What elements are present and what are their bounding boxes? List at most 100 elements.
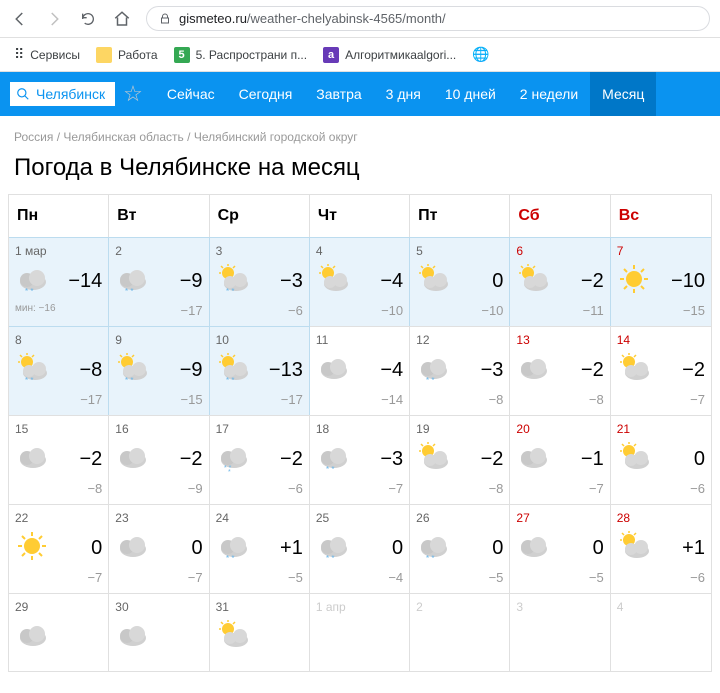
tab-Сегодня[interactable]: Сегодня (227, 72, 305, 116)
apps-button[interactable]: ⠿Сервисы (14, 46, 80, 63)
day-number: 4 (316, 244, 403, 258)
back-button[interactable] (10, 9, 30, 29)
day-cell[interactable]: 30 (109, 593, 209, 671)
weekday-label: Ср (210, 195, 310, 237)
day-number: 16 (115, 422, 202, 436)
day-cell[interactable]: 31 (210, 593, 310, 671)
low-temp: −8 (516, 392, 603, 407)
low-temp: −8 (15, 481, 102, 496)
low-temp: −6 (617, 481, 705, 496)
day-number: 19 (416, 422, 503, 436)
day-cell[interactable]: 24+1−5 (210, 504, 310, 593)
weekday-label: Вт (109, 195, 209, 237)
day-cell[interactable]: 12−3−8 (410, 326, 510, 415)
tab-10 дней[interactable]: 10 дней (433, 72, 508, 116)
day-cell[interactable]: 230−7 (109, 504, 209, 593)
day-cell[interactable]: 17−2−6 (210, 415, 310, 504)
day-cell[interactable]: 3−3−6 (210, 237, 310, 326)
bookmarks-bar: ⠿Сервисы Работа 55. Распространи п... aА… (0, 38, 720, 72)
low-temp: −17 (15, 392, 102, 407)
day-cell[interactable]: 10−13−17 (210, 326, 310, 415)
high-temp: 0 (593, 537, 604, 560)
weather-icon (416, 440, 450, 479)
day-cell[interactable]: 8−8−17 (9, 326, 109, 415)
address-bar[interactable]: gismeteo.ru/weather-chelyabinsk-4565/mon… (146, 6, 710, 31)
day-cell[interactable]: 11−4−14 (310, 326, 410, 415)
weather-icon (416, 529, 450, 568)
weather-icon (15, 618, 49, 657)
day-cell[interactable]: 7−10−15 (611, 237, 711, 326)
day-cell[interactable]: 28+1−6 (611, 504, 711, 593)
low-temp: −17 (216, 392, 303, 407)
high-temp: 0 (492, 537, 503, 560)
high-temp: −8 (79, 359, 102, 382)
bookmark-globe[interactable]: 🌐 (472, 46, 489, 63)
day-cell[interactable]: 4−4−10 (310, 237, 410, 326)
day-number: 2 (416, 600, 503, 614)
day-cell[interactable]: 260−5 (410, 504, 510, 593)
day-cell: 2 (410, 593, 510, 671)
day-number: 7 (617, 244, 705, 258)
high-temp: −10 (671, 270, 705, 293)
forward-button[interactable] (44, 9, 64, 29)
high-temp: −2 (481, 448, 504, 471)
tab-2 недели[interactable]: 2 недели (508, 72, 590, 116)
high-temp: −2 (280, 448, 303, 471)
weather-icon (216, 262, 250, 301)
day-cell[interactable]: 50−10 (410, 237, 510, 326)
weather-icon (115, 618, 149, 657)
bookmark-spread[interactable]: 55. Распространи п... (174, 47, 307, 63)
high-temp: 0 (392, 537, 403, 560)
tab-Месяц[interactable]: Месяц (590, 72, 656, 116)
day-number: 9 (115, 333, 202, 347)
breadcrumb-link[interactable]: Россия (14, 130, 53, 144)
day-cell[interactable]: 19−2−8 (410, 415, 510, 504)
low-temp: −6 (216, 303, 303, 318)
high-temp: 0 (191, 537, 202, 560)
low-temp: −14 (316, 392, 403, 407)
day-cell: 4 (611, 593, 711, 671)
high-temp: −3 (380, 448, 403, 471)
city-search[interactable]: Челябинск (8, 80, 117, 108)
low-temp: −10 (416, 303, 503, 318)
tab-Завтра[interactable]: Завтра (304, 72, 373, 116)
tab-3 дня[interactable]: 3 дня (374, 72, 433, 116)
day-cell[interactable]: 29 (9, 593, 109, 671)
breadcrumb-link[interactable]: Челябинский городской округ (194, 130, 358, 144)
weather-icon (516, 440, 550, 479)
reload-button[interactable] (78, 9, 98, 29)
low-temp: −6 (617, 570, 705, 585)
bookmark-algo[interactable]: aАлгоритмикаalgori... (323, 47, 456, 63)
day-cell[interactable]: 13−2−8 (510, 326, 610, 415)
day-cell[interactable]: 6−2−11 (510, 237, 610, 326)
day-cell[interactable]: 250−4 (310, 504, 410, 593)
day-number: 3 (516, 600, 603, 614)
day-cell[interactable]: 270−5 (510, 504, 610, 593)
favorite-star[interactable]: ☆ (117, 81, 149, 107)
home-button[interactable] (112, 9, 132, 29)
low-temp: −5 (416, 570, 503, 585)
weather-icon (617, 351, 651, 390)
tab-Сейчас[interactable]: Сейчас (155, 72, 227, 116)
day-cell[interactable]: 2−9−17 (109, 237, 209, 326)
day-cell[interactable]: 9−9−15 (109, 326, 209, 415)
high-temp: −14 (68, 270, 102, 293)
bookmark-work[interactable]: Работа (96, 47, 158, 63)
folder-icon (96, 47, 112, 63)
day-cell[interactable]: 20−1−7 (510, 415, 610, 504)
day-cell[interactable]: 220−7 (9, 504, 109, 593)
low-temp: −17 (115, 303, 202, 318)
day-number: 20 (516, 422, 603, 436)
weekday-label: Пн (9, 195, 109, 237)
day-cell[interactable]: 15−2−8 (9, 415, 109, 504)
day-cell[interactable]: 210−6 (611, 415, 711, 504)
day-cell[interactable]: 16−2−9 (109, 415, 209, 504)
high-temp: −2 (581, 270, 604, 293)
breadcrumb-link[interactable]: Челябинская область (63, 130, 183, 144)
day-cell[interactable]: 18−3−7 (310, 415, 410, 504)
day-cell[interactable]: 1 мар−14мин: −16 (9, 237, 109, 326)
day-cell[interactable]: 14−2−7 (611, 326, 711, 415)
day-number: 31 (216, 600, 303, 614)
day-number: 24 (216, 511, 303, 525)
breadcrumb: Россия / Челябинская область / Челябинск… (0, 116, 720, 148)
